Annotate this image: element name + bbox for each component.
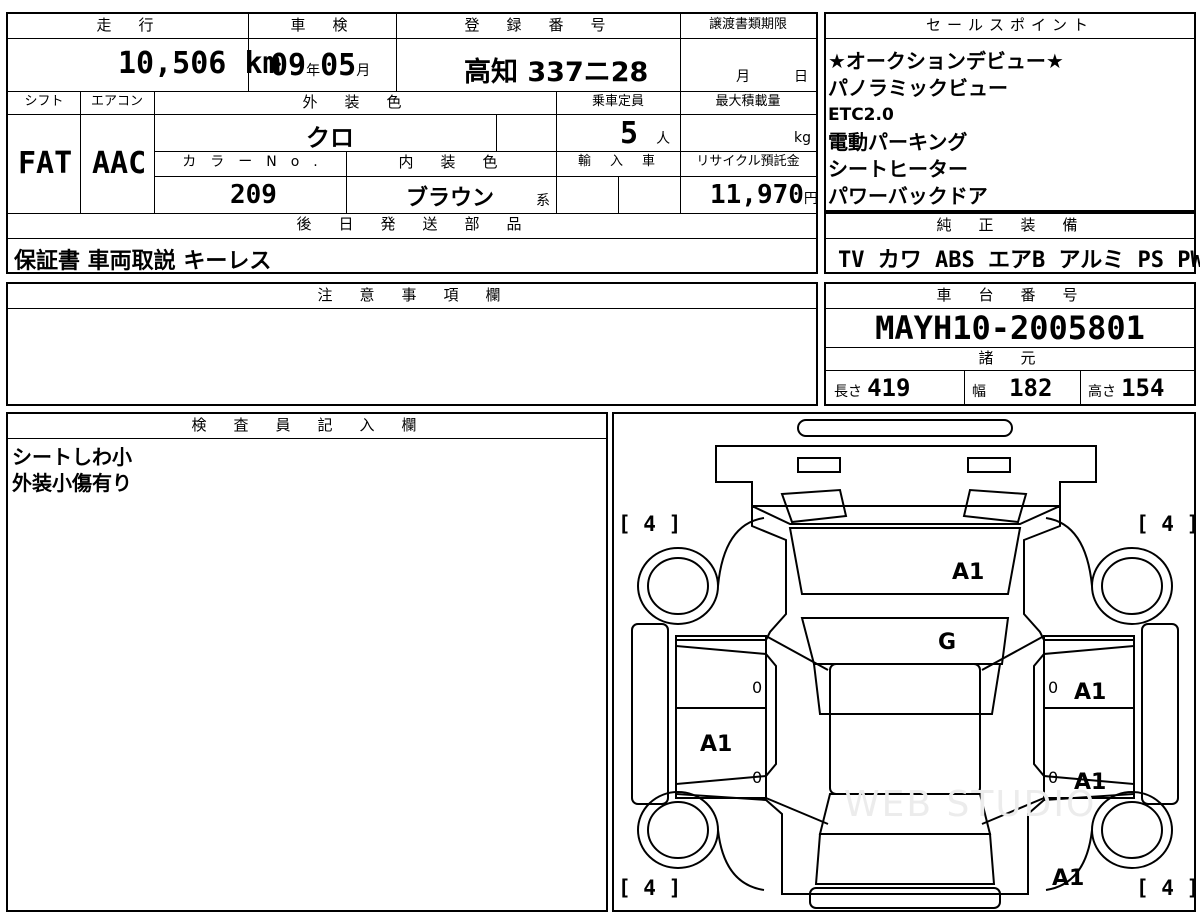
shift-value: FAT bbox=[18, 146, 73, 181]
interior-color-header: 内 装 色 bbox=[398, 153, 504, 171]
capacity-value: 5 人 bbox=[620, 116, 671, 151]
tire-mark-front-left: [ 4 ] bbox=[618, 876, 682, 900]
chassis-header: 車 台 番 号 bbox=[936, 286, 1084, 304]
spec-header: 諸 元 bbox=[978, 349, 1042, 367]
tire-mark-rear-right: [ 4 ] bbox=[1136, 512, 1200, 536]
recycle-header: リサイクル預託金 bbox=[696, 154, 800, 169]
damage-mark-roof: G bbox=[938, 630, 957, 655]
damage-mark-front-fender: A1 bbox=[1052, 866, 1085, 891]
sales-point-item: ★オークションデビュー★ bbox=[828, 49, 1064, 73]
notes-header: 注 意 事 項 欄 bbox=[317, 286, 507, 304]
sales-point-item: ETC2.0 bbox=[828, 105, 894, 125]
inspector-box: 検 査 員 記 入 欄 シートしわ小 外装小傷有り bbox=[6, 412, 608, 912]
aircon-value: AAC bbox=[92, 146, 147, 181]
mileage-header: 走 行 bbox=[96, 16, 160, 34]
shift-header: シフト bbox=[24, 94, 64, 109]
equipment-box: 純 正 装 備 TV カワ ABS エアB アルミ PS PW bbox=[824, 212, 1200, 274]
color-no-header: カ ラ ー N o . bbox=[182, 154, 318, 170]
damage-mark-back-window: A1 bbox=[952, 560, 985, 585]
sales-point-item: 電動パーキング bbox=[828, 130, 968, 154]
max-load-header: 最大積載量 bbox=[715, 94, 781, 109]
max-load-unit: kg bbox=[794, 130, 811, 146]
inspector-line: シートしわ小 bbox=[12, 445, 132, 469]
sales-points-list: ★オークションデビュー★ パノラミックビュー ETC2.0 電動パーキング シー… bbox=[828, 48, 1064, 210]
car-diagram-box: [ 4 ] [ 4 ] [ 4 ] [ 4 ] A1 G A1 A1 A1 A1… bbox=[612, 412, 1200, 912]
length-spec: 長さ 419 bbox=[834, 374, 911, 402]
sales-point-item: パノラミックビュー bbox=[828, 76, 1008, 100]
zero-mark: 0 bbox=[1048, 678, 1059, 697]
later-parts-header: 後 日 発 送 部 品 bbox=[296, 215, 528, 233]
sales-points-box: セールスポイント ★オークションデビュー★ パノラミックビュー ETC2.0 電… bbox=[824, 12, 1196, 212]
sales-point-item: パワーバックドア bbox=[828, 184, 988, 208]
vehicle-info-table: 走 行 車 検 登 録 番 号 譲渡書類期限 10,506 km 09年05月 … bbox=[6, 12, 818, 274]
chassis-box: 車 台 番 号 MAYH10-2005801 諸 元 長さ 419 幅 182 … bbox=[824, 282, 1196, 406]
tire-mark-front-right: [ 4 ] bbox=[1136, 876, 1200, 900]
zero-mark: 0 bbox=[752, 768, 763, 787]
transfer-deadline-header: 譲渡書類期限 bbox=[708, 17, 787, 32]
aircon-header: エアコン bbox=[90, 94, 143, 109]
width-spec: 幅 182 bbox=[972, 374, 1053, 402]
capacity-header: 乗車定員 bbox=[591, 94, 644, 109]
height-spec: 高さ 154 bbox=[1088, 374, 1165, 402]
interior-color-suffix: 系 bbox=[536, 193, 550, 209]
exterior-color-value: クロ bbox=[306, 124, 354, 152]
exterior-color-header: 外 装 色 bbox=[302, 93, 408, 111]
zero-mark: 0 bbox=[752, 678, 763, 697]
equipment-header: 純 正 装 備 bbox=[936, 216, 1084, 234]
later-parts-value: 保証書 車両取説 キーレス bbox=[14, 249, 272, 274]
import-header: 輸 入 車 bbox=[577, 154, 658, 169]
car-outline-diagram bbox=[631, 419, 1179, 909]
registration-number: 高知 337ニ28 bbox=[464, 57, 649, 88]
inspector-header: 検 査 員 記 入 欄 bbox=[191, 416, 423, 434]
inspector-notes: シートしわ小 外装小傷有り bbox=[12, 444, 132, 496]
inspector-line: 外装小傷有り bbox=[12, 471, 132, 495]
inspection-value: 09年05月 bbox=[270, 48, 371, 83]
interior-color-value: ブラウン bbox=[406, 186, 495, 211]
inspection-header: 車 検 bbox=[290, 16, 354, 34]
mileage-value: 10,506 km bbox=[118, 46, 281, 81]
recycle-value: 11,970円 bbox=[710, 180, 818, 210]
damage-mark-right-rear-door: A1 bbox=[1074, 680, 1107, 705]
sales-points-header: セールスポイント bbox=[925, 16, 1094, 34]
chassis-number: MAYH10-2005801 bbox=[875, 309, 1145, 347]
deadline-day: 日 bbox=[794, 69, 808, 85]
watermark: WEB STUDIO bbox=[844, 784, 1097, 825]
registration-header: 登 録 番 号 bbox=[464, 16, 612, 34]
damage-mark-left-front-door: A1 bbox=[700, 732, 733, 757]
deadline-month: 月 bbox=[736, 69, 750, 85]
color-no-value: 209 bbox=[230, 180, 277, 210]
tire-mark-rear-left: [ 4 ] bbox=[618, 512, 682, 536]
sales-point-item: シートヒーター bbox=[828, 157, 968, 181]
notes-box: 注 意 事 項 欄 bbox=[6, 282, 818, 406]
equipment-value: TV カワ ABS エアB アルミ PS PW bbox=[838, 248, 1200, 273]
